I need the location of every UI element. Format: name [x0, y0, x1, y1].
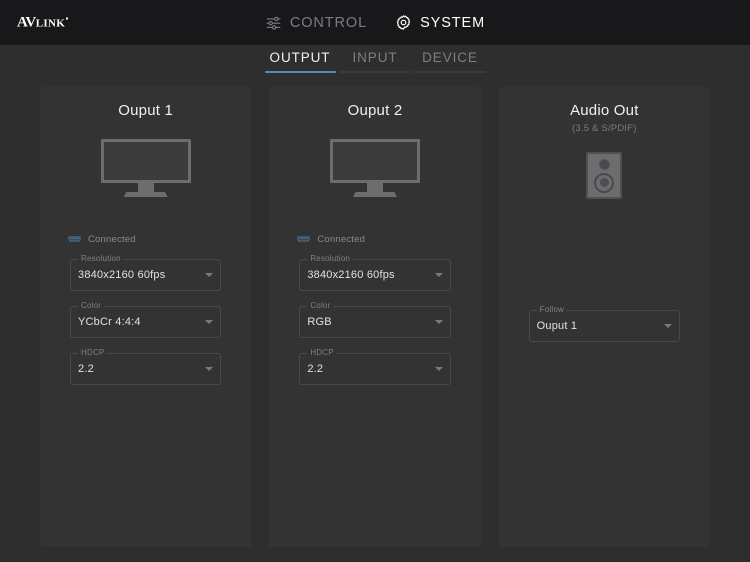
- resolution-dropdown-output-2[interactable]: Resolution 3840x2160 60fps: [299, 253, 451, 291]
- monitor-icon: [269, 127, 480, 209]
- tab-device-underline: [414, 71, 486, 73]
- chevron-down-icon: [434, 273, 443, 277]
- hdcp-dropdown-output-2-value: 2.2: [307, 363, 324, 375]
- card-output-2-status: Connected: [269, 230, 480, 248]
- color-dropdown-output-2-value: RGB: [307, 316, 332, 328]
- card-output-2: Ouput 2 Connected Resolution 3840x2160 6…: [269, 87, 481, 547]
- card-audio-out: Audio Out (3.5 & S/PDIF) Follow Ouput 1: [498, 87, 710, 547]
- nav-item-system[interactable]: SYSTEM: [395, 14, 485, 31]
- tab-output[interactable]: OUTPUT: [263, 50, 338, 73]
- color-dropdown-output-2-label: Color: [307, 300, 334, 311]
- app-header: AV LINK CONTROL SYSTEM: [0, 0, 750, 45]
- follow-dropdown-audio-out-value: Ouput 1: [536, 320, 578, 332]
- card-audio-out-title: Audio Out: [570, 102, 639, 119]
- chevron-down-icon: [434, 367, 443, 371]
- card-audio-out-subtitle: (3.5 & S/PDIF): [572, 123, 637, 134]
- card-output-2-status-label: Connected: [317, 233, 366, 245]
- card-output-1-status-label: Connected: [88, 233, 136, 245]
- chevron-down-icon: [205, 320, 214, 324]
- output-cards-container: Ouput 1 Connected Resolution 3840x2160 6…: [0, 83, 750, 547]
- nav-item-control[interactable]: CONTROL: [265, 14, 367, 31]
- chevron-down-icon: [434, 320, 443, 324]
- tab-input-underline: [339, 71, 411, 73]
- hdcp-dropdown-output-2-label: HDCP: [307, 347, 337, 358]
- card-audio-out-fields: Follow Ouput 1: [499, 304, 710, 342]
- nav-item-system-label: SYSTEM: [420, 14, 486, 31]
- hdmi-connector-icon: [297, 230, 310, 248]
- nav-item-control-label: CONTROL: [289, 14, 368, 31]
- tab-device-label: DEVICE: [422, 50, 478, 65]
- card-output-2-fields: Resolution 3840x2160 60fps Color RGB HDC…: [269, 253, 480, 385]
- avlink-logo: AV LINK: [17, 14, 69, 31]
- color-dropdown-output-1-label: Color: [78, 300, 105, 311]
- follow-dropdown-audio-out[interactable]: Follow Ouput 1: [528, 304, 680, 342]
- follow-dropdown-audio-out-label: Follow: [536, 304, 567, 315]
- resolution-dropdown-output-1-label: Resolution: [78, 253, 124, 264]
- gear-icon: [395, 14, 412, 31]
- resolution-dropdown-output-1[interactable]: Resolution 3840x2160 60fps: [70, 253, 222, 291]
- tab-input-label: INPUT: [352, 50, 398, 65]
- card-output-1: Ouput 1 Connected Resolution 3840x2160 6…: [40, 87, 252, 547]
- tab-output-underline: [264, 70, 336, 73]
- card-output-1-fields: Resolution 3840x2160 60fps Color YCbCr 4…: [40, 253, 251, 385]
- color-dropdown-output-1[interactable]: Color YCbCr 4:4:4: [70, 300, 222, 338]
- monitor-icon: [40, 127, 251, 209]
- color-dropdown-output-2[interactable]: Color RGB: [299, 300, 451, 338]
- sliders-icon: [265, 14, 282, 31]
- logo-registered-mark: [66, 17, 69, 19]
- hdcp-dropdown-output-1[interactable]: HDCP 2.2: [70, 347, 222, 385]
- chevron-down-icon: [205, 367, 214, 371]
- resolution-dropdown-output-1-value: 3840x2160 60fps: [78, 269, 166, 281]
- chevron-down-icon: [663, 324, 672, 328]
- tab-bar: OUTPUT INPUT DEVICE: [0, 45, 750, 83]
- tab-input[interactable]: INPUT: [338, 50, 413, 73]
- hdcp-dropdown-output-2[interactable]: HDCP 2.2: [299, 347, 451, 385]
- logo-secondary-text: LINK: [35, 17, 66, 29]
- hdcp-dropdown-output-1-label: HDCP: [78, 347, 108, 358]
- hdcp-dropdown-output-1-value: 2.2: [78, 363, 94, 375]
- hdmi-connector-icon: [68, 230, 81, 248]
- speaker-icon: [499, 136, 710, 214]
- card-output-1-status: Connected: [40, 230, 251, 248]
- resolution-dropdown-output-2-label: Resolution: [307, 253, 354, 264]
- card-output-2-title: Ouput 2: [347, 102, 403, 119]
- chevron-down-icon: [205, 273, 214, 277]
- tab-output-label: OUTPUT: [269, 50, 331, 65]
- resolution-dropdown-output-2-value: 3840x2160 60fps: [307, 269, 395, 281]
- logo-primary-text: AV: [17, 14, 36, 30]
- main-nav: CONTROL SYSTEM: [265, 14, 485, 31]
- color-dropdown-output-1-value: YCbCr 4:4:4: [78, 316, 141, 328]
- card-output-1-title: Ouput 1: [118, 102, 174, 119]
- tab-device[interactable]: DEVICE: [413, 50, 488, 73]
